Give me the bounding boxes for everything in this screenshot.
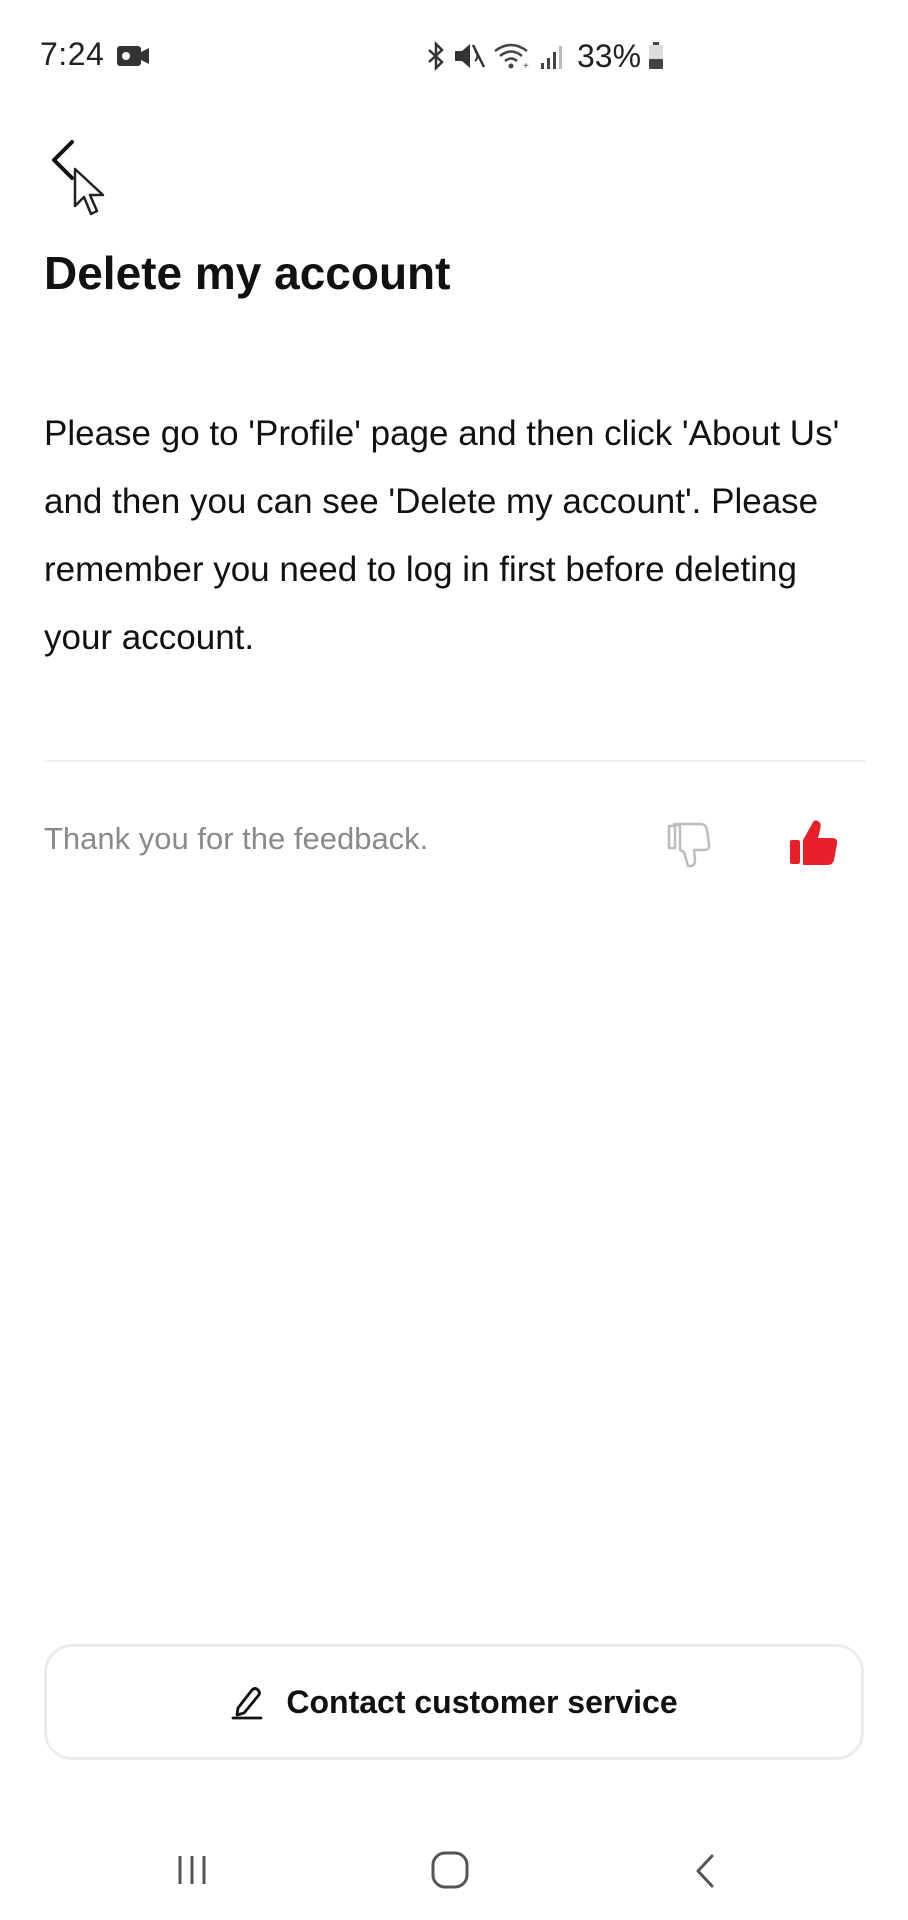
- recents-icon[interactable]: [174, 1850, 214, 1890]
- page-title: Delete my account: [44, 247, 451, 299]
- svg-text:+: +: [523, 61, 529, 71]
- thumbs-up-button[interactable]: [786, 816, 842, 872]
- system-nav-bar: [0, 1830, 908, 1910]
- pen-icon: [231, 1687, 263, 1720]
- chevron-left-icon: [52, 140, 74, 180]
- signal-icon: [541, 46, 562, 69]
- back-icon[interactable]: [690, 1850, 722, 1892]
- battery-icon: [649, 42, 664, 69]
- status-icons: + 33%: [425, 36, 665, 76]
- thumbs-up-icon: [790, 820, 838, 865]
- divider: [44, 760, 866, 762]
- back-button[interactable]: [38, 130, 98, 190]
- status-bar: 7:24 + 33%: [0, 0, 908, 110]
- bluetooth-icon: [428, 41, 444, 71]
- wifi-icon: +: [494, 43, 529, 71]
- contact-customer-service-label: Contact customer service: [286, 1683, 678, 1720]
- feedback-message: Thank you for the feedback.: [44, 821, 429, 856]
- answer-text: Please go to 'Profile' page and then cli…: [44, 414, 840, 657]
- status-time: 7:24: [40, 36, 105, 72]
- battery-percent: 33%: [577, 37, 642, 74]
- thumbs-down-icon: [667, 822, 711, 868]
- home-icon[interactable]: [428, 1848, 472, 1892]
- contact-customer-service-button[interactable]: Contact customer service: [44, 1644, 864, 1760]
- mute-icon: [455, 44, 486, 68]
- video-recording-icon: [117, 46, 149, 66]
- thumbs-down-button[interactable]: [662, 818, 716, 872]
